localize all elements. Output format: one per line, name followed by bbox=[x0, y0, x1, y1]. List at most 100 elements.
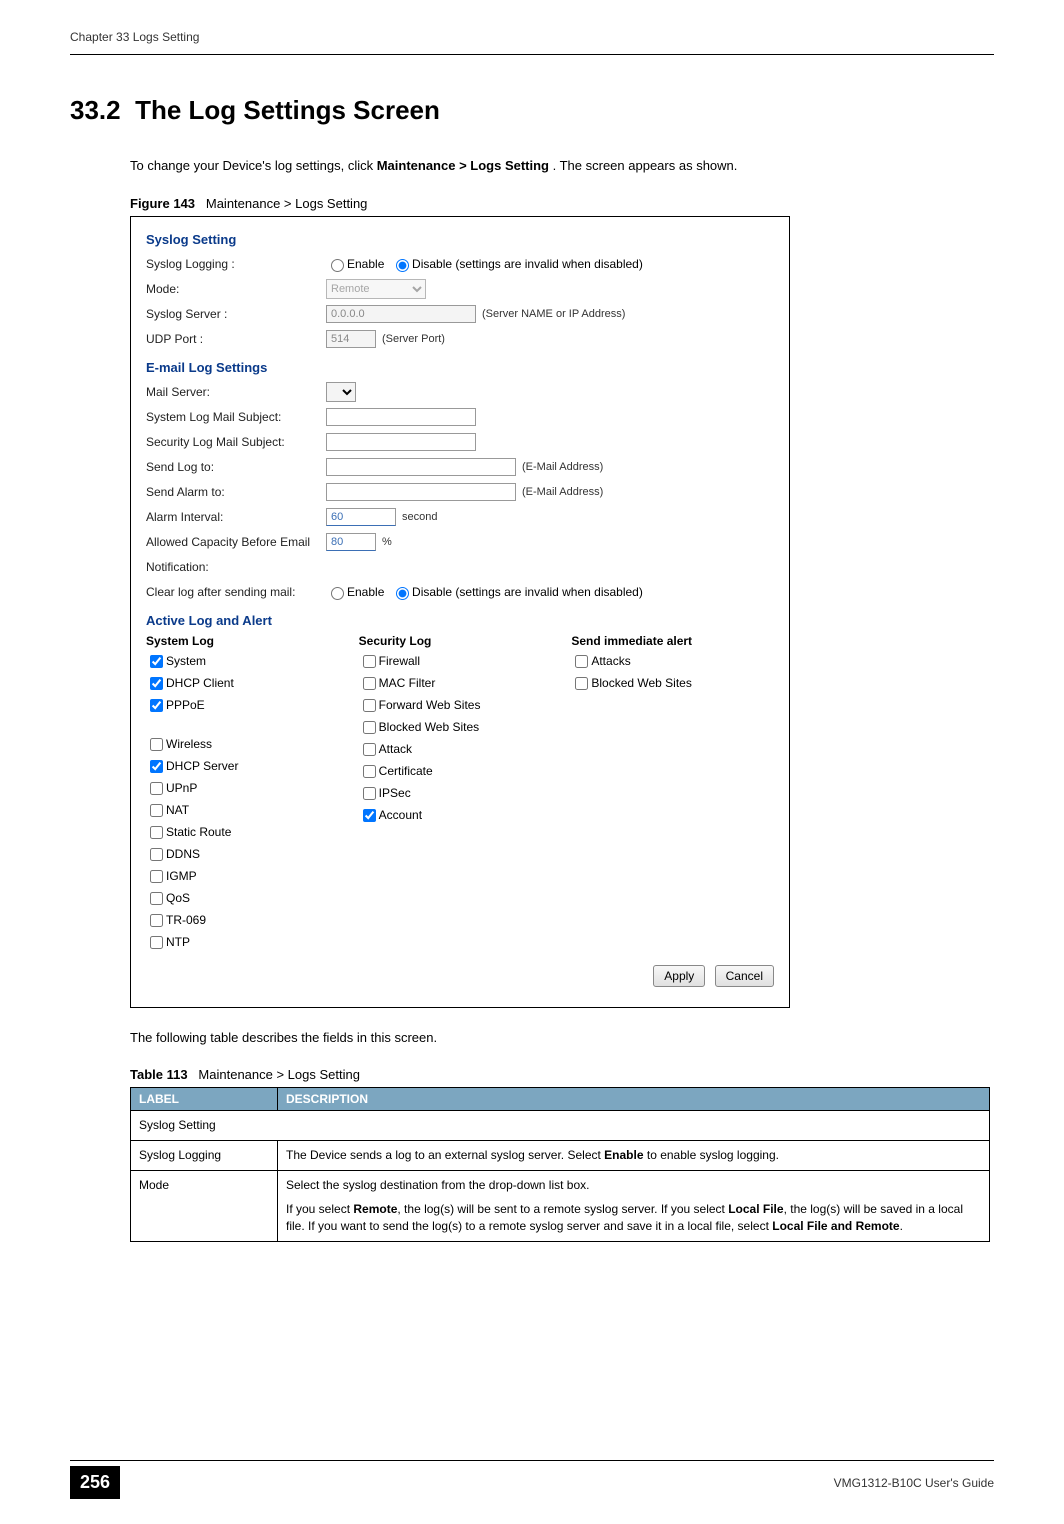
syslog-enable-radio[interactable] bbox=[331, 259, 344, 272]
intro-a: To change your Device's log settings, cl… bbox=[130, 158, 377, 173]
page-number: 256 bbox=[70, 1466, 120, 1499]
cell-text: If you select Remote, the log(s) will be… bbox=[286, 1201, 981, 1235]
sys-subject-input[interactable] bbox=[326, 408, 476, 426]
system-log-checkbox[interactable] bbox=[150, 655, 163, 668]
alert-label: Attacks bbox=[591, 654, 630, 668]
security-log-item: Forward Web Sites bbox=[359, 696, 562, 715]
security-log-checkbox[interactable] bbox=[363, 655, 376, 668]
system-log-item: DHCP Client bbox=[146, 674, 349, 693]
syslog-server-note: (Server NAME or IP Address) bbox=[482, 308, 625, 320]
cancel-button[interactable]: Cancel bbox=[715, 965, 774, 987]
cell-text: to enable syslog logging. bbox=[644, 1148, 779, 1162]
security-log-item: Certificate bbox=[359, 762, 562, 781]
system-log-label: DDNS bbox=[166, 847, 200, 861]
sys-subject-label: System Log Mail Subject: bbox=[146, 410, 326, 424]
capacity-label-a: Allowed Capacity Before Email bbox=[146, 535, 326, 549]
table-caption-label: Table 113 bbox=[130, 1067, 188, 1082]
syslog-server-input[interactable] bbox=[326, 305, 476, 323]
system-log-checkbox[interactable] bbox=[150, 760, 163, 773]
system-log-item: DHCP Server bbox=[146, 757, 349, 776]
figure-caption-text: Maintenance > Logs Setting bbox=[206, 196, 368, 211]
row-syslog-setting: Syslog Setting bbox=[131, 1111, 990, 1141]
intro-path: Maintenance > Logs Setting bbox=[377, 158, 549, 173]
syslog-disable-radio[interactable] bbox=[396, 259, 409, 272]
cell-bold: Local File and Remote bbox=[772, 1219, 899, 1233]
cell-bold: Enable bbox=[604, 1148, 643, 1162]
clear-enable-radio[interactable] bbox=[331, 587, 344, 600]
system-log-checkbox[interactable] bbox=[150, 677, 163, 690]
system-log-checkbox[interactable] bbox=[150, 848, 163, 861]
security-log-checkbox[interactable] bbox=[363, 699, 376, 712]
system-log-checkbox[interactable] bbox=[150, 826, 163, 839]
system-log-checkbox[interactable] bbox=[150, 699, 163, 712]
sec-subject-label: Security Log Mail Subject: bbox=[146, 435, 326, 449]
system-log-label: Static Route bbox=[166, 825, 231, 839]
send-log-note: (E-Mail Address) bbox=[522, 461, 603, 473]
system-log-label: NAT bbox=[166, 803, 189, 817]
security-log-label: Forward Web Sites bbox=[379, 698, 481, 712]
security-log-checkbox[interactable] bbox=[363, 765, 376, 778]
system-log-item: UPnP bbox=[146, 779, 349, 798]
send-alarm-input[interactable] bbox=[326, 483, 516, 501]
footer-guide-title: VMG1312-B10C User's Guide bbox=[834, 1476, 994, 1490]
udp-port-input[interactable] bbox=[326, 330, 376, 348]
section-heading: 33.2 The Log Settings Screen bbox=[70, 95, 994, 126]
system-log-checkbox[interactable] bbox=[150, 738, 163, 751]
system-log-head: System Log bbox=[146, 634, 349, 648]
footer-rule bbox=[70, 1460, 994, 1461]
cell-text: . bbox=[900, 1219, 903, 1233]
security-log-item: Attack bbox=[359, 740, 562, 759]
alert-list: Attacks Blocked Web Sites bbox=[571, 652, 774, 693]
alert-label: Blocked Web Sites bbox=[591, 676, 692, 690]
table-caption: Table 113 Maintenance > Logs Setting bbox=[130, 1067, 994, 1082]
description-table: LABEL DESCRIPTION Syslog Setting Syslog … bbox=[130, 1087, 990, 1242]
system-log-item: Wireless bbox=[146, 735, 349, 754]
figure-caption: Figure 143 Maintenance > Logs Setting bbox=[130, 196, 994, 211]
system-log-item: NTP bbox=[146, 933, 349, 952]
system-log-checkbox[interactable] bbox=[150, 804, 163, 817]
apply-button[interactable]: Apply bbox=[653, 965, 705, 987]
security-log-checkbox[interactable] bbox=[363, 787, 376, 800]
cell-bold: Local File bbox=[728, 1202, 783, 1216]
system-log-item: DDNS bbox=[146, 845, 349, 864]
section-title-text: The Log Settings Screen bbox=[135, 95, 440, 125]
system-log-checkbox[interactable] bbox=[150, 892, 163, 905]
system-log-label: Wireless bbox=[166, 737, 212, 751]
security-log-checkbox[interactable] bbox=[363, 677, 376, 690]
cell-text: The Device sends a log to an external sy… bbox=[286, 1148, 604, 1162]
alarm-interval-input[interactable] bbox=[326, 508, 396, 526]
system-log-list: SystemDHCP ClientPPPoEWirelessDHCP Serve… bbox=[146, 652, 349, 952]
capacity-input[interactable] bbox=[326, 533, 376, 551]
security-log-label: Blocked Web Sites bbox=[379, 720, 480, 734]
mail-server-label: Mail Server: bbox=[146, 385, 326, 399]
syslog-server-label: Syslog Server : bbox=[146, 307, 326, 321]
send-log-label: Send Log to: bbox=[146, 460, 326, 474]
security-log-checkbox[interactable] bbox=[363, 809, 376, 822]
syslog-logging-label: Syslog Logging : bbox=[146, 257, 326, 271]
system-log-checkbox[interactable] bbox=[150, 870, 163, 883]
security-log-item: IPSec bbox=[359, 784, 562, 803]
alert-checkbox[interactable] bbox=[575, 677, 588, 690]
system-log-checkbox[interactable] bbox=[150, 782, 163, 795]
system-log-label: System bbox=[166, 654, 206, 668]
intro-c: . The screen appears as shown. bbox=[553, 158, 738, 173]
header-rule bbox=[70, 54, 994, 55]
cell-text: If you select bbox=[286, 1202, 353, 1216]
system-log-checkbox[interactable] bbox=[150, 936, 163, 949]
syslog-disable-text: Disable (settings are invalid when disab… bbox=[412, 257, 643, 271]
send-alarm-note: (E-Mail Address) bbox=[522, 486, 603, 498]
cell-bold: Remote bbox=[353, 1202, 397, 1216]
mail-server-select[interactable] bbox=[326, 382, 356, 402]
table-row: Mode Select the syslog destination from … bbox=[131, 1170, 990, 1241]
system-log-checkbox[interactable] bbox=[150, 914, 163, 927]
send-log-input[interactable] bbox=[326, 458, 516, 476]
send-alarm-label: Send Alarm to: bbox=[146, 485, 326, 499]
mode-label: Mode: bbox=[146, 282, 326, 296]
security-log-checkbox[interactable] bbox=[363, 743, 376, 756]
clear-disable-radio[interactable] bbox=[396, 587, 409, 600]
system-log-item: IGMP bbox=[146, 867, 349, 886]
sec-subject-input[interactable] bbox=[326, 433, 476, 451]
mode-select[interactable]: Remote bbox=[326, 279, 426, 299]
alert-checkbox[interactable] bbox=[575, 655, 588, 668]
security-log-checkbox[interactable] bbox=[363, 721, 376, 734]
